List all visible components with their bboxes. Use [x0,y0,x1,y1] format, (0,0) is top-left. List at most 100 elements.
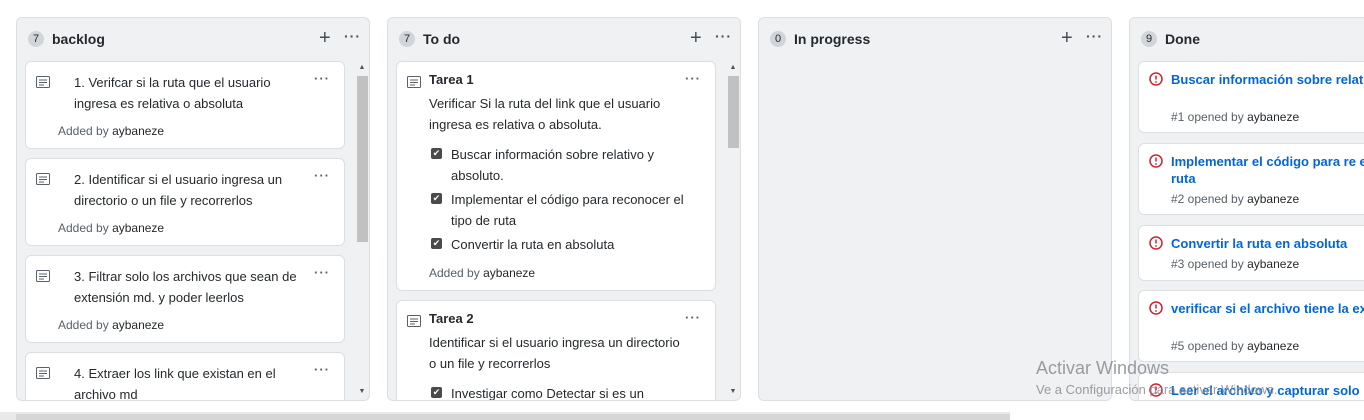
column-in-progress: 0 In progress + ··· [758,17,1112,401]
checklist-item: Convertir la ruta en absoluta [451,237,615,252]
added-by-prefix: Added by [58,318,109,332]
added-by-prefix: Added by [58,221,109,235]
column-header: 7 To do + ··· [388,18,740,60]
issue-title-link[interactable]: Implementar el código para re el tipo de… [1171,153,1364,187]
issue-title-link[interactable]: verificar si el archivo tiene la ex md [1171,300,1364,317]
column-menu-button[interactable]: ··· [344,29,361,43]
issue-meta: #2 opened by aybaneze [1171,192,1299,206]
added-by-prefix: Added by [429,266,480,280]
column-count: 7 [28,31,44,47]
windows-watermark-title: Activar Windows [1036,358,1170,378]
column-count: 9 [1141,31,1157,47]
note-icon [36,270,50,282]
issue-card[interactable]: Convertir la ruta en absoluta #3 opened … [1138,225,1364,281]
column-count: 0 [770,31,786,47]
windows-watermark-subtitle: Ve a Configuración para activar Windows. [1036,382,1278,397]
author-link[interactable]: aybaneze [112,124,164,138]
added-by: Added by aybaneze [58,221,164,235]
column-done: 9 Done Buscar información sobre relat ab… [1129,17,1364,401]
issue-card[interactable]: verificar si el archivo tiene la ex md #… [1138,290,1364,362]
issue-closed-icon [1149,301,1163,315]
author-link[interactable]: aybaneze [1247,257,1299,271]
column-backlog: 7 backlog + ··· ··· 1. Verifcar si la ru… [16,17,370,401]
checklist-item: Buscar información sobre relativo y abso… [451,147,655,183]
added-by: Added by aybaneze [58,124,164,138]
issue-number: #1 opened by [1171,110,1244,124]
checkbox-checked[interactable]: ✔ [431,193,442,204]
checkbox-checked[interactable]: ✔ [431,238,442,249]
note-text: 2. Identificar si el usuario ingresa un … [74,172,283,208]
add-card-button[interactable]: + [690,28,702,48]
note-text: 1. Verifcar si la ruta que el usuario in… [74,75,271,111]
issue-title-link[interactable]: Convertir la ruta en absoluta [1171,235,1364,252]
author-link[interactable]: aybaneze [1247,339,1299,353]
issue-number: #2 opened by [1171,192,1244,206]
author-link[interactable]: aybaneze [483,266,535,280]
author-link[interactable]: aybaneze [112,221,164,235]
issue-card[interactable]: Implementar el código para re el tipo de… [1138,143,1364,215]
column-todo: 7 To do + ··· ··· Tarea 1 Verificar Si l… [387,17,741,401]
checklist-item: Investigar como Detectar si es un [451,386,644,401]
note-icon [36,173,50,185]
scroll-up-arrow[interactable]: ▲ [728,64,738,71]
note-card[interactable]: ··· Tarea 2 Identificar si el usuario in… [396,300,716,401]
column-title: To do [423,31,461,47]
horizontal-scrollbar-thumb[interactable] [16,414,1010,420]
add-card-button[interactable]: + [319,28,331,48]
issue-number: #5 opened by [1171,339,1244,353]
card-menu-button[interactable]: ··· [314,168,330,183]
column-header: 9 Done [1130,18,1364,60]
column-scrollbar[interactable]: ▲ ▼ [356,62,368,400]
added-by: Added by aybaneze [58,318,164,332]
checkbox-checked[interactable]: ✔ [431,387,442,398]
issue-closed-icon [1149,154,1163,168]
column-header: 7 backlog + ··· [17,18,369,60]
column-title: Done [1165,31,1200,47]
column-count: 7 [399,31,415,47]
task-description: Verificar Si la ruta del link que el usu… [429,96,661,132]
task-description: Identificar si el usuario ingresa un dir… [429,335,680,371]
column-header: 0 In progress + ··· [759,18,1111,60]
note-card[interactable]: ··· 1. Verifcar si la ruta que el usuari… [25,61,345,149]
project-board: 7 backlog + ··· ··· 1. Verifcar si la ru… [0,0,1364,420]
scroll-down-arrow[interactable]: ▼ [357,388,367,395]
note-icon [407,76,421,88]
author-link[interactable]: aybaneze [112,318,164,332]
added-by: Added by aybaneze [429,266,535,280]
note-card[interactable]: ··· Tarea 1 Verificar Si la ruta del lin… [396,61,716,291]
note-card[interactable]: ··· 4. Extraer los link que existan en e… [25,352,345,400]
note-card[interactable]: ··· 3. Filtrar solo los archivos que sea… [25,255,345,343]
column-title: In progress [794,31,871,47]
issue-number: #3 opened by [1171,257,1244,271]
scrollbar-thumb[interactable] [357,76,368,242]
issue-meta: #1 opened by aybaneze [1171,110,1299,124]
scroll-down-arrow[interactable]: ▼ [728,388,738,395]
issue-closed-icon [1149,72,1163,86]
card-menu-button[interactable]: ··· [314,71,330,86]
card-menu-button[interactable]: ··· [314,362,330,377]
issue-meta: #5 opened by aybaneze [1171,339,1299,353]
column-scrollbar[interactable]: ▲ ▼ [727,62,739,400]
author-link[interactable]: aybaneze [1247,110,1299,124]
note-icon [407,315,421,327]
issue-title-link[interactable]: Buscar información sobre relat absoluto. [1171,71,1364,88]
scrollbar-thumb[interactable] [728,76,739,148]
note-text: 3. Filtrar solo los archivos que sean de… [74,269,297,305]
note-card[interactable]: ··· 2. Identificar si el usuario ingresa… [25,158,345,246]
checklist-item: Implementar el código para reconocer el … [451,192,684,228]
task-title: Tarea 1 [429,72,474,87]
scroll-up-arrow[interactable]: ▲ [357,64,367,71]
issue-card[interactable]: Buscar información sobre relat absoluto.… [1138,61,1364,133]
card-menu-button[interactable]: ··· [685,71,701,86]
added-by-prefix: Added by [58,124,109,138]
column-menu-button[interactable]: ··· [1086,29,1103,43]
task-title: Tarea 2 [429,311,474,326]
issue-closed-icon [1149,236,1163,250]
add-card-button[interactable]: + [1061,28,1073,48]
checkbox-checked[interactable]: ✔ [431,148,442,159]
column-menu-button[interactable]: ··· [715,29,732,43]
author-link[interactable]: aybaneze [1247,192,1299,206]
card-menu-button[interactable]: ··· [314,265,330,280]
note-icon [36,367,50,379]
card-menu-button[interactable]: ··· [685,310,701,325]
